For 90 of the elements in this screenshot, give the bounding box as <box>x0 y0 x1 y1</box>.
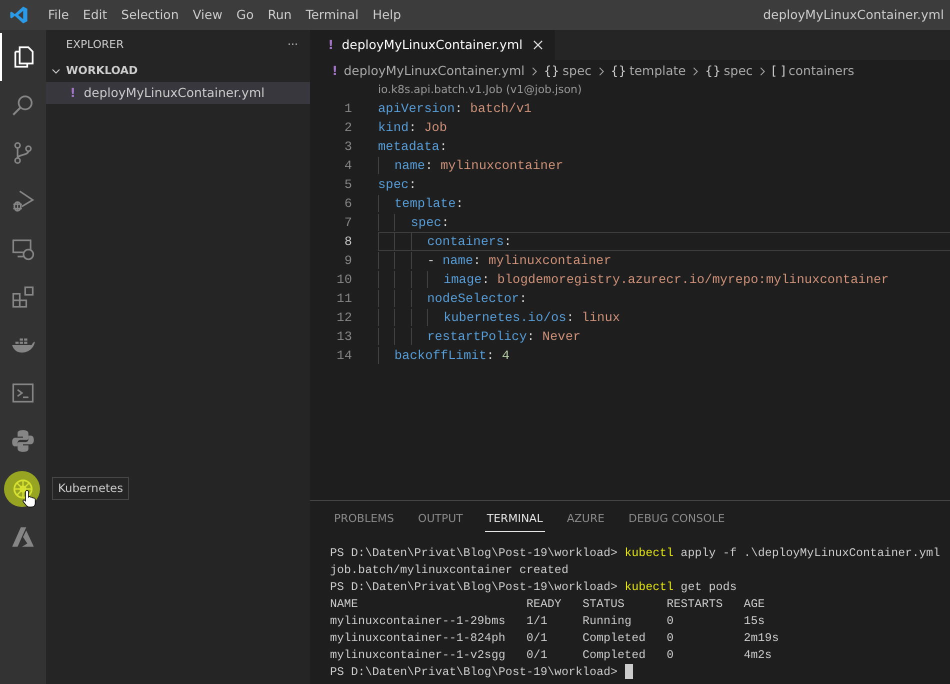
table-cell-text: mylinuxcontainer--1-v2sgg <box>330 647 506 664</box>
code-line: template: <box>378 194 950 213</box>
symbol-icon: [ ] <box>772 63 786 78</box>
column-header: RESTARTS <box>666 596 724 614</box>
panel-tab[interactable]: AZURE <box>564 509 607 531</box>
window-title: deployMyLinuxContainer.yml <box>763 6 945 24</box>
table-cell-text: Running <box>582 613 633 630</box>
table-cell-text: 0 <box>666 613 675 630</box>
terminal-prompt: PS D:\Daten\Privat\Blog\Post-19\workload> <box>330 545 618 562</box>
folder-header[interactable]: WORKLOAD <box>46 60 310 82</box>
line-number: 12 <box>336 308 352 327</box>
table-cell-text: 0 <box>666 630 675 648</box>
symbol-icon: {} <box>610 63 626 78</box>
code-line: apiVersion: batch/v1 <box>378 100 533 118</box>
explorer-tree-entry[interactable]: ! deployMyLinuxContainer.yml <box>46 82 310 104</box>
breadcrumb-item[interactable]: {} spec <box>544 62 592 81</box>
code-line: backoffLimit: 4 <box>378 346 950 365</box>
table-cell-text: mylinuxcontainer--1-29bms <box>330 613 506 630</box>
code-line: image: blogdemoregistry.azurecr.io/myrepo:mylinuxcontainer <box>378 270 950 289</box>
tooltip: Kubernetes <box>52 477 130 500</box>
line-number: 4 <box>343 156 352 175</box>
code-line: spec: <box>378 212 950 232</box>
table-cell-text: 15s <box>744 613 766 630</box>
panel-tab[interactable]: OUTPUT <box>416 509 465 531</box>
breadcrumb-item[interactable]: {} template <box>610 62 686 81</box>
breadcrumb-item[interactable]: ! deployMyLinuxContainer.yml <box>332 62 525 81</box>
menu-item[interactable]: Go <box>229 6 261 24</box>
panel-tab[interactable]: TERMINAL <box>484 509 545 532</box>
table-cell-text: 1/1 <box>526 613 548 630</box>
yaml-file-icon: ! <box>332 63 338 78</box>
menu-item[interactable]: File <box>41 6 76 24</box>
column-header: READY <box>526 596 562 614</box>
terminal-prompt: PS D:\Daten\Privat\Blog\Post-19\workload> <box>330 579 618 596</box>
column-header: STATUS <box>582 596 626 614</box>
terminal-command: kubectl apply -f .\deployMyLinuxContainer.yml <box>624 545 940 562</box>
panel-tab[interactable]: DEBUG CONSOLE <box>626 509 727 531</box>
line-number: 7 <box>343 214 352 232</box>
terminal-output: job.batch/mylinuxcontainer created <box>330 562 570 580</box>
table-cell-text: Completed <box>582 630 647 648</box>
menu-item[interactable]: Run <box>260 6 299 24</box>
code-line: metadata: <box>378 138 448 156</box>
yaml-file-icon: ! <box>328 36 334 54</box>
code-line: - name: mylinuxcontainer <box>378 250 950 270</box>
line-number: 13 <box>336 328 352 346</box>
table-cell-text: 0/1 <box>526 647 548 664</box>
code-line: spec: <box>378 176 418 194</box>
line-number: 5 <box>343 176 352 194</box>
line-number: 6 <box>343 194 352 213</box>
symbol-icon: {} <box>704 63 721 78</box>
terminal-prompt: PS D:\Daten\Privat\Blog\Post-19\workload> <box>330 664 618 682</box>
panel-tab[interactable]: PROBLEMS <box>332 509 396 531</box>
line-number: 1 <box>343 100 352 118</box>
breadcrumb-item[interactable]: [ ] containers <box>772 62 854 81</box>
line-number: 10 <box>336 270 352 289</box>
code-line: kubernetes.io/os: linux <box>378 308 950 327</box>
menu-item[interactable]: Selection <box>114 6 186 24</box>
column-header: NAME <box>330 596 360 614</box>
sidebar-title: EXPLORER <box>66 36 124 53</box>
close-icon[interactable] <box>530 38 545 52</box>
line-number: 11 <box>336 290 352 308</box>
table-cell-text: mylinuxcontainer--1-824ph <box>330 630 506 648</box>
menu-item[interactable]: Help <box>366 6 408 24</box>
table-cell-text: 0/1 <box>526 630 548 648</box>
snake-logo-icon[interactable] <box>10 428 36 454</box>
code-line: kind: Job <box>378 118 448 137</box>
table-cell-text: Completed <box>582 647 647 664</box>
editor-tab[interactable]: ! deployMyLinuxContainer.yml <box>310 30 555 60</box>
table-cell: 2m19s <box>744 630 779 648</box>
extensions-icon[interactable] <box>10 284 36 310</box>
table-cell-text: 4m2s <box>744 647 773 664</box>
menu-item[interactable]: Terminal <box>298 6 366 24</box>
column-header: AGE <box>744 596 766 614</box>
more-actions-button[interactable]: ··· <box>288 36 298 54</box>
menu-item[interactable]: View <box>186 6 230 24</box>
code-line: restartPolicy: Never <box>378 326 950 346</box>
menu-item[interactable]: Edit <box>76 6 114 24</box>
symbol-icon: {} <box>544 63 560 78</box>
codelens-text[interactable]: io.k8s.api.batch.v1.Job (v1@job.json) <box>378 82 582 99</box>
line-number: 3 <box>343 138 352 156</box>
code-line: nodeSelector: <box>378 288 950 308</box>
line-number: 8 <box>343 232 352 251</box>
yaml-file-icon: ! <box>70 84 76 102</box>
terminal-command: kubectl get pods <box>624 579 737 596</box>
line-number: 2 <box>343 118 352 137</box>
editor-logo-icon <box>9 5 29 25</box>
table-cell-text: 0 <box>666 647 675 664</box>
line-number: 9 <box>343 252 352 270</box>
breadcrumb-item[interactable]: {} spec <box>704 62 753 81</box>
line-number: 14 <box>336 346 352 365</box>
code-line: name: mylinuxcontainer <box>378 156 950 175</box>
